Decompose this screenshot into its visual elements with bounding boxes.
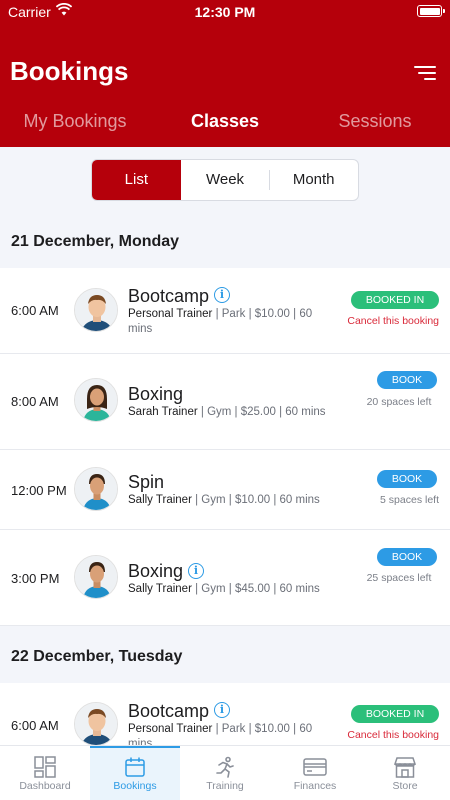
filter-menu-button[interactable] [410,60,440,86]
cancel-booking-link[interactable]: Cancel this booking [347,315,439,327]
status-bar: Carrier 12:30 PM [0,0,450,24]
store-icon [393,757,417,778]
class-meta: Sarah Trainer | Gym | $25.00 | 60 mins [128,405,348,420]
view-list-button[interactable]: List [92,160,181,200]
nav-training[interactable]: Training [180,746,270,800]
nav-label: Finances [293,780,337,792]
nav-bookings[interactable]: Bookings [90,746,180,800]
class-time: 6:00 AM [11,303,59,318]
class-details: | Gym | $10.00 | 60 mins [195,494,320,506]
booking-tabs: My Bookings Classes Sessions [0,100,450,144]
class-name: Bootcamp [128,286,210,306]
bottom-navigation: Dashboard Bookings Training Finances Sto… [0,745,450,800]
trainer-avatar [74,555,118,599]
filter-line-icon [424,78,436,80]
class-meta: Sally Trainer | Gym | $10.00 | 60 mins [128,493,348,508]
book-button[interactable]: BOOK [377,548,437,566]
class-row[interactable]: 3:00 PM Boxing i Sally Trainer | Gym | $… [0,530,450,626]
filter-line-icon [418,72,436,74]
class-name: Spin [128,472,165,492]
class-details: | Gym | $25.00 | 60 mins [200,406,326,418]
info-icon[interactable]: i [188,563,204,579]
class-details: | Gym | $45.00 | 60 mins [195,583,320,595]
nav-dashboard[interactable]: Dashboard [0,746,90,800]
runner-icon [216,756,234,778]
spaces-left: 20 spaces left [366,396,432,408]
class-row[interactable]: 6:00 AM Bootcamp i Personal Trainer | Pa… [0,268,450,354]
info-icon[interactable]: i [214,287,230,303]
class-meta: Sally Trainer | Gym | $45.00 | 60 mins [128,582,348,597]
filter-line-icon [414,66,436,68]
class-time: 8:00 AM [11,394,59,409]
day-header: 21 December, Monday [11,233,180,250]
spaces-left: 25 spaces left [366,572,432,584]
booked-in-badge[interactable]: BOOKED IN [351,705,439,723]
nav-label: Dashboard [19,780,71,792]
trainer-name: Sarah Trainer [128,406,198,418]
trainer-avatar [74,467,118,511]
class-meta: Personal Trainer | Park | $10.00 | 60 mi… [128,307,328,337]
card-icon [303,758,327,776]
class-name: Bootcamp [128,701,210,721]
trainer-avatar [74,288,118,332]
clock: 12:30 PM [194,4,256,20]
class-row[interactable]: 12:00 PM Spin Sally Trainer | Gym | $10.… [0,450,450,530]
class-time: 12:00 PM [11,483,67,498]
tab-classes[interactable]: Classes [150,100,300,144]
class-name: Boxing [128,561,184,581]
cancel-booking-link[interactable]: Cancel this booking [347,729,439,741]
trainer-avatar [74,378,118,422]
info-icon[interactable]: i [214,702,230,718]
class-name: Boxing [128,384,184,404]
page-title: Bookings [10,56,129,86]
dashboard-icon [34,756,56,778]
class-time: 3:00 PM [11,571,60,586]
battery-icon [417,5,445,17]
nav-label: Training [206,780,244,792]
booked-in-badge[interactable]: BOOKED IN [351,291,439,309]
tab-my-bookings[interactable]: My Bookings [0,100,150,144]
book-button[interactable]: BOOK [377,470,437,488]
calendar-icon [125,757,145,777]
nav-finances[interactable]: Finances [270,746,360,800]
view-month-button[interactable]: Month [269,160,358,200]
nav-label: Bookings [113,780,157,792]
view-week-button[interactable]: Week [181,160,270,200]
class-time: 6:00 AM [11,718,59,733]
book-button[interactable]: BOOK [377,371,437,389]
day-header: 22 December, Tuesday [11,648,183,665]
view-toggle: List Week Month [91,159,359,201]
nav-store[interactable]: Store [360,746,450,800]
spaces-left: 5 spaces left [380,494,439,506]
class-row[interactable]: 8:00 AM Boxing Sarah Trainer | Gym | $25… [0,354,450,450]
trainer-name: Personal Trainer [128,723,213,735]
trainer-name: Sally Trainer [128,583,192,595]
nav-label: Store [392,780,418,792]
trainer-name: Personal Trainer [128,308,213,320]
app-header: Carrier 12:30 PM Bookings My Bookings Cl… [0,0,450,147]
tab-sessions[interactable]: Sessions [300,100,450,144]
trainer-avatar [74,702,118,746]
trainer-name: Sally Trainer [128,494,192,506]
